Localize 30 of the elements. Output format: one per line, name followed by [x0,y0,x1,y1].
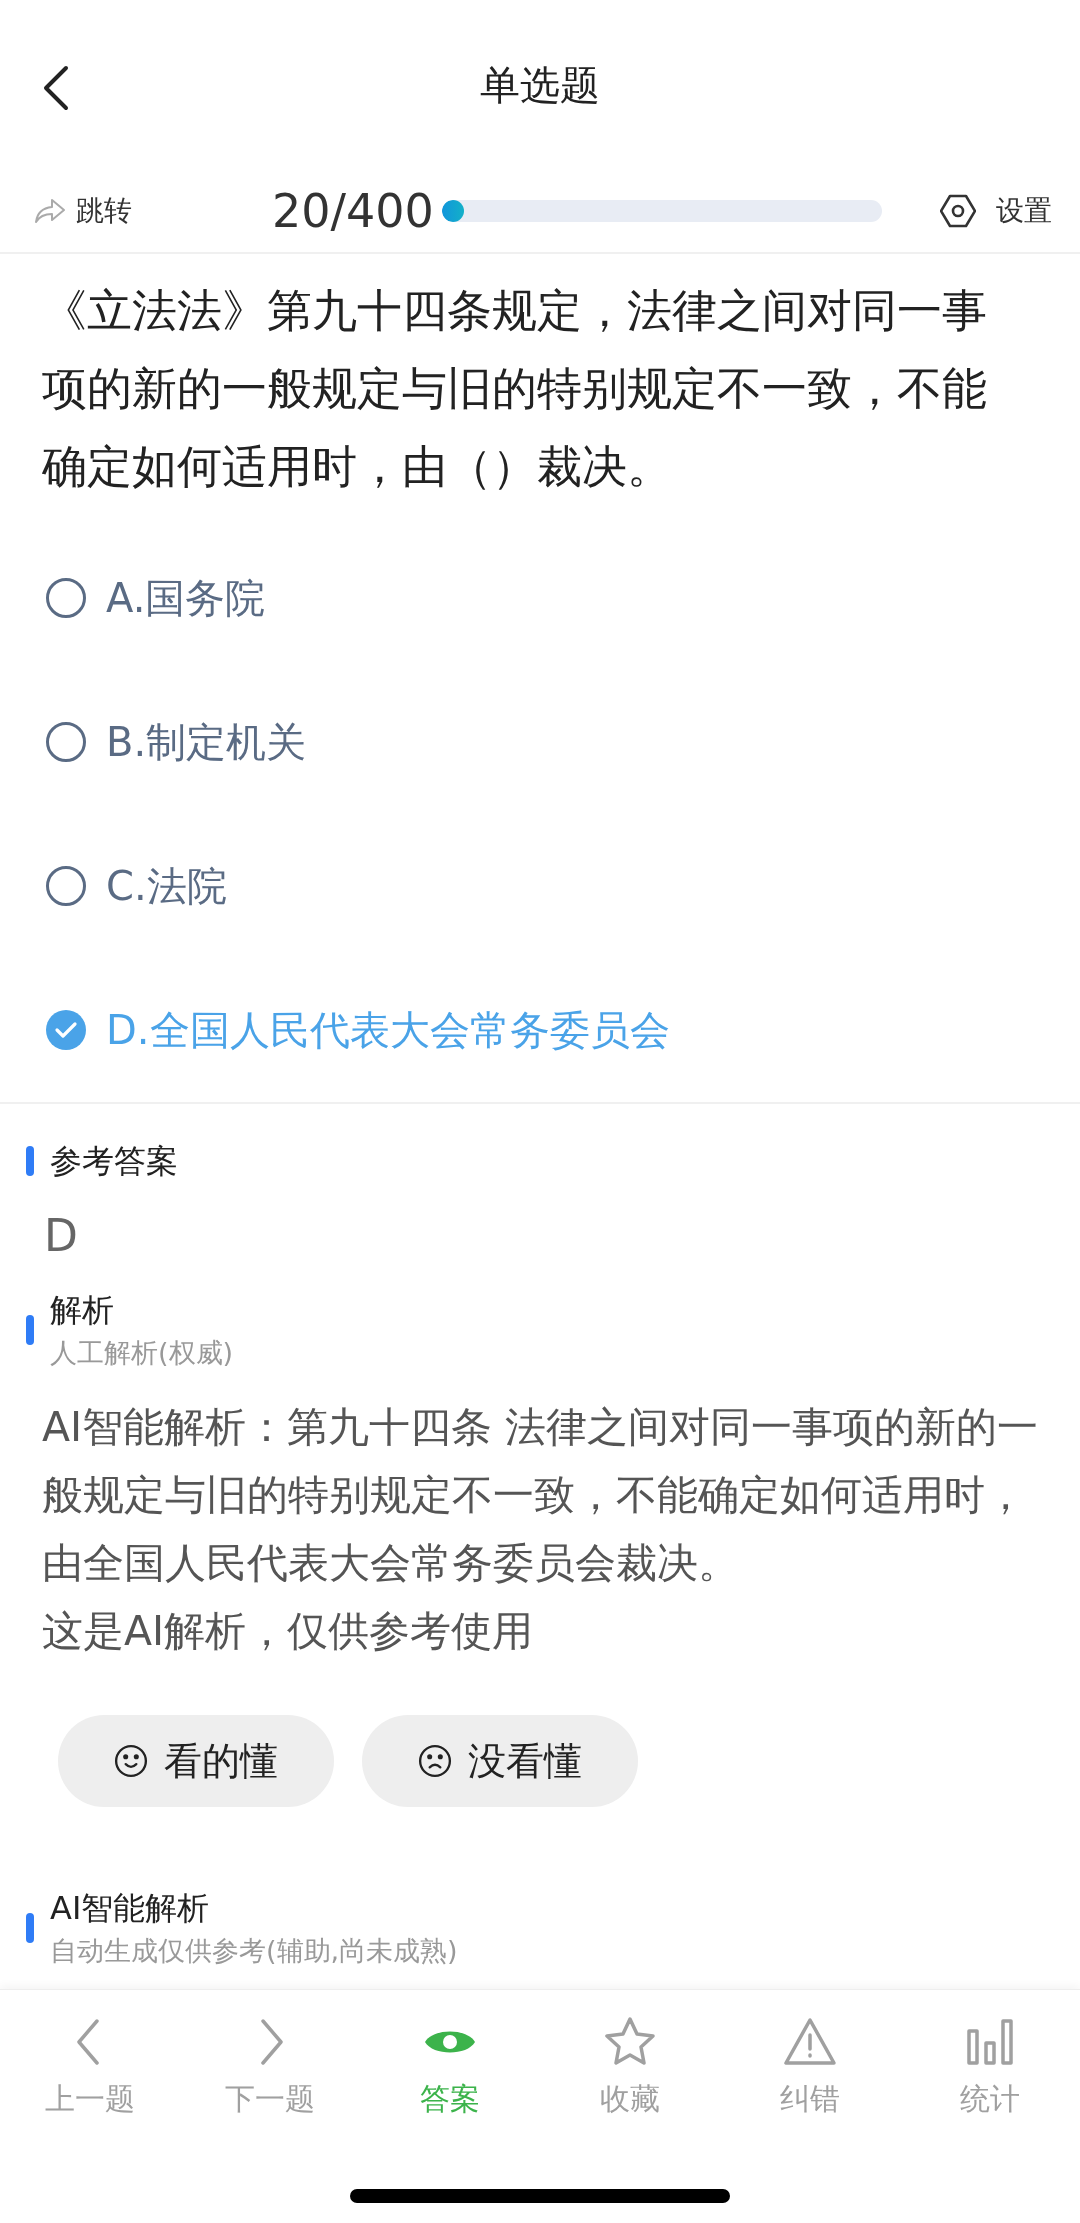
radio-button[interactable] [46,866,86,906]
section-marker [26,1146,34,1176]
section-subheading: 自动生成仅供参考(辅助,尚未成熟) [50,1934,458,1968]
sad-face-icon [418,1744,452,1778]
option-label[interactable]: A.国务院 [106,570,266,626]
answer-value: D [43,1209,79,1263]
section-heading: AI智能解析 [50,1888,211,1929]
option-label[interactable]: B.制定机关 [106,714,307,770]
settings-icon[interactable] [940,193,976,229]
settings-label[interactable]: 设置 [996,192,1052,230]
analysis-text: AI智能解析：第九十四条 法律之间对同一事项的新的一般规定与旧的特别规定不一致，不能确定如何适用时，由全国人民代表大会常务委员会裁决。 [41,1402,1040,1589]
section-heading: 解析 [50,1290,115,1331]
section-heading: 参考答案 [50,1141,178,1182]
radio-button[interactable] [46,722,86,762]
section-marker [26,1913,34,1943]
smiley-icon [114,1744,148,1778]
radio-button[interactable] [46,1010,86,1050]
jump-label[interactable]: 跳转 [76,192,132,230]
feedback-button[interactable]: 没看懂 [362,1715,638,1807]
radio-button[interactable] [46,578,86,618]
section-subheading: 人工解析(权威) [50,1336,234,1370]
option-label[interactable]: D.全国人民代表大会常务委员会 [106,1002,670,1058]
section-marker [26,1315,34,1345]
analysis-note: 这是AI解析，仅供参考使用 [41,1606,535,1657]
page-title: 单选题 [480,60,600,110]
feedback-button[interactable]: 看的懂 [58,1715,334,1807]
option-label[interactable]: C.法院 [106,858,227,914]
question-text: 《立法法》第九十四条规定，法律之间对同一事项的新的一般规定与旧的特别规定不一致，不能确定如何适用时，由（）裁决。 [41,283,988,495]
question-counter: 20/400 [272,184,434,238]
check-icon [54,1020,78,1040]
